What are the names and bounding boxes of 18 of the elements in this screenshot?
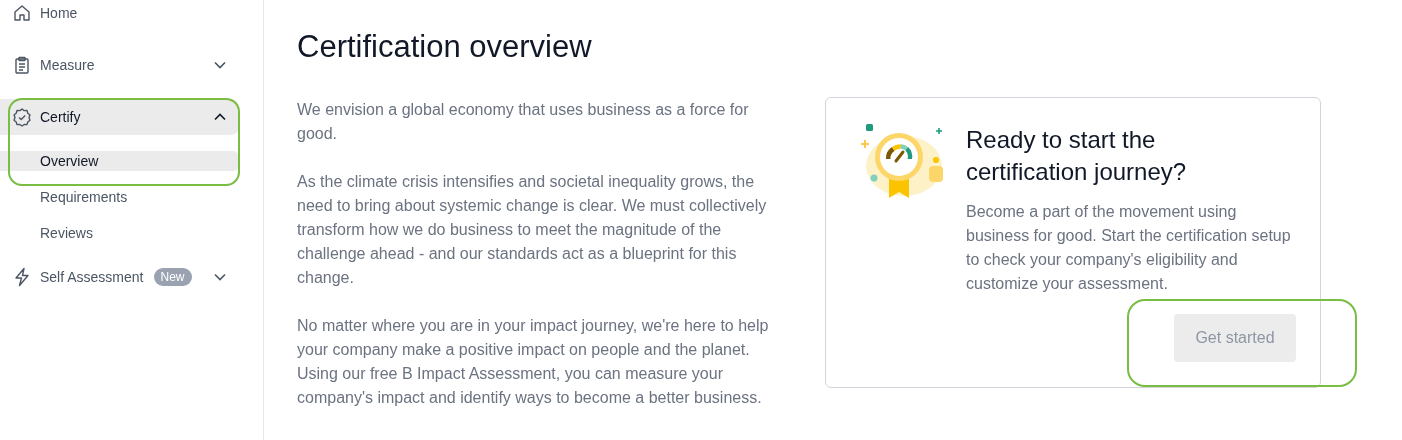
new-badge: New bbox=[153, 268, 192, 286]
page-title: Certification overview bbox=[297, 28, 593, 66]
card-text: Become a part of the movement using business for good. Start the certification setup to check your company's eligibility and customize your assessment. bbox=[966, 202, 1292, 294]
paragraph: We envision a global economy that uses business as a force for good. bbox=[297, 100, 750, 144]
sidebar-item[interactable]: Certify bbox=[0, 99, 239, 135]
card-title: Ready to start the certification journey? bbox=[966, 125, 1188, 187]
paragraph: No matter where you are in your impact journey, we're here to help your company make a positive impact on people and the planet. Using our free B Impact Assessment, you can measure your company's impact and identify ways to become a better business. bbox=[297, 316, 770, 408]
sidebar-subitem[interactable]: Requirements bbox=[0, 187, 239, 207]
bolt-icon bbox=[12, 267, 32, 287]
sidebar-subitem[interactable]: Overview bbox=[0, 151, 239, 171]
clipboard-icon bbox=[12, 55, 32, 75]
sidebar-item[interactable]: Measure bbox=[0, 47, 239, 83]
home-icon bbox=[12, 3, 32, 23]
sidebar-subitem[interactable]: Reviews bbox=[0, 223, 239, 243]
sidebar-item[interactable]: Home bbox=[0, 0, 239, 31]
badge-icon bbox=[12, 107, 32, 127]
sidebar-item[interactable]: Self Assessment New bbox=[0, 259, 239, 295]
paragraph: As the climate crisis intensifies and societal inequality grows, the need to bring about systemic change is clear. We must collectively transform how we do business to meet the magnitude of the challenge ahead - and our standards act as a blueprint for this change. bbox=[297, 172, 768, 288]
